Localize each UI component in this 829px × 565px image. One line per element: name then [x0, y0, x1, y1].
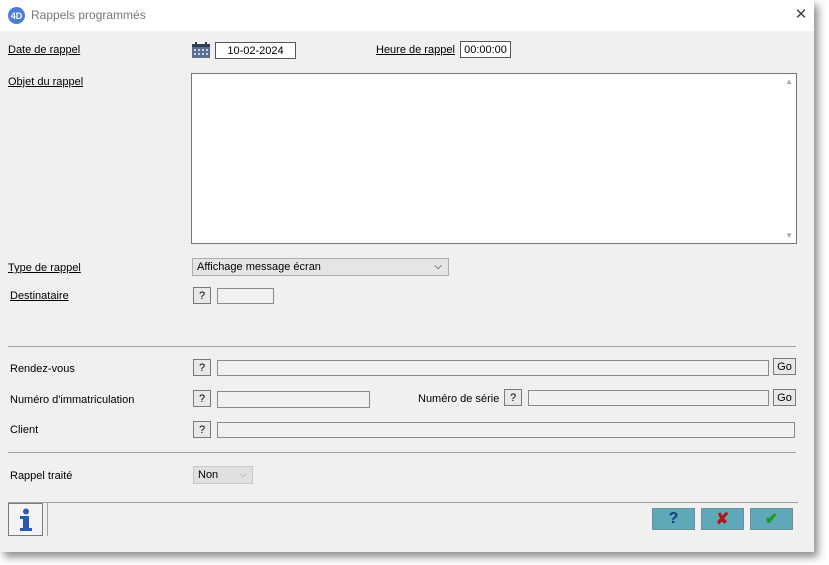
cancel-button[interactable]: ✘: [701, 508, 744, 530]
type-label: Type de rappel: [8, 262, 81, 274]
type-select[interactable]: Affichage message écran ⌵: [192, 258, 449, 276]
info-button[interactable]: [8, 503, 43, 536]
chevron-down-icon: ⌵: [434, 261, 442, 272]
recipient-help-button[interactable]: ?: [193, 287, 211, 304]
time-field[interactable]: 00:00:00: [460, 41, 511, 58]
divider-1: [8, 346, 796, 347]
type-select-value: Affichage message écran: [197, 261, 321, 273]
date-field[interactable]: 10-02-2024: [215, 42, 296, 59]
app-icon: 4D: [8, 7, 25, 24]
client-label: Client: [10, 424, 39, 436]
serial-go-button[interactable]: Go: [773, 389, 796, 406]
serial-field[interactable]: [528, 390, 769, 406]
processed-select[interactable]: Non ⌵: [193, 466, 253, 484]
date-label: Date de rappel: [8, 44, 81, 56]
registration-field[interactable]: [217, 391, 370, 408]
processed-label: Rappel traité: [10, 470, 73, 482]
serial-help-button[interactable]: ?: [504, 389, 522, 406]
appointment-label: Rendez-vous: [10, 363, 75, 375]
help-button[interactable]: ?: [652, 508, 695, 530]
registration-label: Numéro d'immatriculation: [10, 394, 135, 406]
client-help-button[interactable]: ?: [193, 421, 211, 438]
client-field[interactable]: [217, 422, 795, 438]
subject-label: Objet du rappel: [8, 76, 84, 88]
dialog-window: 4D Rappels programmés ✕ Date de rappel 1…: [0, 0, 814, 552]
appointment-go-button[interactable]: Go: [773, 358, 796, 375]
divider-2: [8, 452, 796, 453]
recipient-field[interactable]: [217, 288, 274, 304]
serial-label: Numéro de série: [418, 393, 500, 405]
close-icon[interactable]: ✕: [792, 5, 810, 23]
registration-help-button[interactable]: ?: [193, 390, 211, 407]
title-bar: 4D Rappels programmés ✕: [0, 0, 814, 31]
recipient-label: Destinataire: [10, 290, 69, 302]
scroll-up-icon[interactable]: ▲: [785, 77, 793, 86]
appointment-field[interactable]: [217, 360, 769, 376]
subject-textarea[interactable]: ▲ ▼: [191, 73, 797, 244]
info-icon: [19, 508, 32, 531]
chevron-down-icon: ⌵: [239, 469, 247, 480]
time-label: Heure de rappel: [376, 44, 455, 56]
calendar-icon[interactable]: [192, 42, 210, 58]
scroll-down-icon[interactable]: ▼: [785, 231, 793, 240]
ok-button[interactable]: ✔: [750, 508, 793, 530]
window-title: Rappels programmés: [31, 8, 146, 22]
appointment-help-button[interactable]: ?: [193, 359, 211, 376]
processed-select-value: Non: [198, 469, 219, 481]
